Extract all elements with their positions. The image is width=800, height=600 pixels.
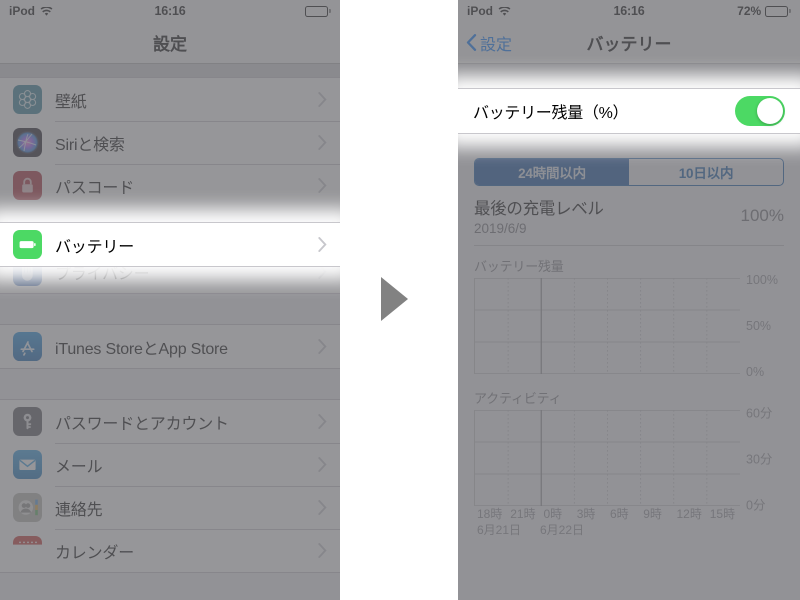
sidebar-item-contacts[interactable]: 連絡先 (0, 486, 340, 529)
activity-date-axis: 6月21日 6月22日 (474, 521, 740, 537)
left-nav-bar: 設定 (0, 22, 340, 64)
last-charge-date: 2019/6/9 (474, 221, 527, 236)
x-tick-label: 9時 (643, 507, 662, 521)
right-battery-percent-label: 72% (737, 4, 762, 18)
group-separator-1 (0, 294, 340, 324)
time-range-segmented-control[interactable]: 24時間以内 10日以内 (474, 158, 784, 186)
chevron-right-icon (318, 135, 327, 150)
y-tick-label: 30分 (746, 452, 773, 467)
chevron-right-icon (318, 414, 327, 429)
sidebar-item-label: 壁紙 (55, 93, 87, 111)
right-nav-bar: 設定 バッテリー (458, 22, 800, 64)
activity-y-axis: 60分 30分 0分 (740, 407, 784, 535)
segment-24-hours[interactable]: 24時間以内 (475, 159, 629, 185)
group-separator-2 (0, 369, 340, 399)
left-status-battery-group (301, 5, 331, 17)
sidebar-item-label: iTunes StoreとApp Store (55, 340, 228, 358)
left-phone-screen: iPod 16:16 設定 壁紙 Siriと検索 パスコード プライバシー iT… (0, 0, 340, 600)
sidebar-item-calendar[interactable]: カレンダー (0, 529, 340, 572)
passcode-lock-icon (13, 171, 42, 200)
chevron-right-icon (318, 339, 327, 354)
activity-plot-area (474, 410, 740, 506)
battery-level-chart-title: バッテリー残量 (474, 259, 564, 274)
sidebar-item-label: メール (55, 458, 103, 476)
calendar-icon (13, 536, 42, 565)
x-tick-label: 18時 (477, 507, 503, 521)
chevron-right-icon (318, 500, 327, 515)
x-tick-label: 6時 (610, 507, 629, 521)
privacy-hand-icon (13, 257, 42, 286)
sidebar-item-mail[interactable]: メール (0, 443, 340, 486)
sidebar-item-label: カレンダー (55, 544, 135, 562)
y-tick-label: 50% (746, 319, 772, 333)
back-button-label: 設定 (480, 36, 513, 54)
siri-icon (13, 128, 42, 157)
battery-icon (765, 5, 791, 17)
right-phone-screen: iPod 16:16 72% 設定 バッテリー 24時間以内 10日以内 最後の… (458, 0, 800, 600)
sidebar-item-siri-search[interactable]: Siriと検索 (0, 121, 340, 164)
settings-list[interactable]: 壁紙 Siriと検索 パスコード プライバシー iTunes StoreとApp… (0, 77, 340, 600)
left-status-bar: iPod 16:16 (0, 0, 340, 22)
battery-icon (305, 5, 331, 17)
sidebar-item-label: 連絡先 (55, 501, 103, 519)
sidebar-item-label: Siriと検索 (55, 136, 125, 154)
settings-group-1: 壁紙 Siriと検索 パスコード プライバシー (0, 77, 340, 294)
date-label: 6月21日 (477, 523, 522, 537)
chevron-right-icon (318, 264, 327, 279)
last-charge-row: 最後の充電レベル 2019/6/9 100% (474, 195, 784, 246)
activity-chart-title: アクティビティ (474, 391, 562, 406)
sidebar-item-privacy[interactable]: プライバシー (0, 250, 340, 293)
segment-10-days[interactable]: 10日以内 (629, 159, 783, 185)
y-tick-label: 100% (746, 273, 778, 287)
activity-x-axis: 18時 21時 0時 3時 6時 9時 12時 15時 (474, 506, 740, 521)
back-button[interactable]: 設定 (466, 31, 512, 55)
last-charge-value: 100% (740, 205, 784, 225)
screenshot-stage: iPod 16:16 設定 壁紙 Siriと検索 パスコード プライバシー iT… (0, 0, 800, 600)
play-triangle-icon (381, 277, 408, 321)
right-status-battery-group: 72% (737, 4, 791, 18)
chevron-left-icon (466, 34, 477, 51)
right-status-bar: iPod 16:16 72% (458, 0, 800, 22)
wallpaper-icon (13, 85, 42, 114)
sidebar-item-wallpaper[interactable]: 壁紙 (0, 78, 340, 121)
chevron-right-icon (318, 92, 327, 107)
x-tick-label: 12時 (676, 507, 702, 521)
y-tick-label: 0% (746, 365, 765, 379)
battery-detail-content: x 24時間以内 10日以内 最後の充電レベル 2019/6/9 100% バッ… (458, 88, 800, 600)
sidebar-item-passwords-accounts[interactable]: パスワードとアカウント (0, 400, 340, 443)
date-label: 6月22日 (540, 523, 585, 537)
x-tick-label: 15時 (709, 507, 736, 521)
chevron-right-icon (318, 457, 327, 472)
y-tick-label: 60分 (746, 406, 773, 421)
left-status-time: 16:16 (154, 4, 186, 18)
contacts-icon (13, 493, 42, 522)
battery-level-y-axis: 100% 50% 0% (740, 273, 784, 379)
battery-level-chart: バッテリー残量 100% 50% 0% (474, 256, 784, 379)
battery-level-plot-area (474, 278, 740, 374)
chevron-right-icon (318, 543, 327, 558)
x-tick-label: 21時 (510, 507, 536, 521)
last-charge-label: 最後の充電レベル (474, 200, 604, 218)
y-tick-label: 0分 (746, 498, 766, 513)
settings-group-2: iTunes StoreとApp Store (0, 324, 340, 369)
passwords-key-icon (13, 407, 42, 436)
sidebar-item-itunes-app-store[interactable]: iTunes StoreとApp Store (0, 325, 340, 368)
mail-icon (13, 450, 42, 479)
activity-chart: アクティビティ 18時 21時 0時 3時 6時 9時 12時 15時 6月21… (474, 388, 784, 537)
app-store-icon (13, 332, 42, 361)
settings-group-3: パスワードとアカウント メール 連絡先 カレンダー (0, 399, 340, 573)
sidebar-item-label: パスワードとアカウント (55, 415, 229, 433)
sidebar-item-label: パスコード (55, 179, 135, 197)
sidebar-item-label: プライバシー (55, 265, 150, 283)
chevron-right-icon (318, 178, 327, 193)
page-title: 設定 (153, 35, 187, 54)
x-tick-label: 3時 (576, 507, 596, 521)
x-tick-label: 0時 (543, 507, 563, 521)
sidebar-item-passcode[interactable]: パスコード (0, 164, 340, 207)
